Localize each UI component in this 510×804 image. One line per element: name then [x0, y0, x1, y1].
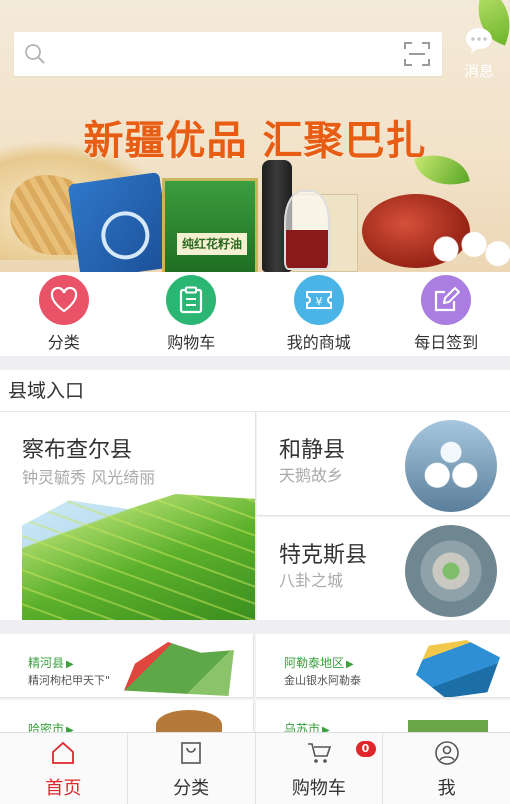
quick-nav-icon-bg — [421, 275, 472, 325]
quick-nav-label: 分类 — [47, 333, 80, 352]
county-card[interactable]: 特克斯县 八卦之城 — [257, 517, 510, 620]
home-icon — [52, 741, 75, 764]
quick-nav-label: 我的商城 — [286, 333, 351, 352]
message-button[interactable]: 消息 — [456, 26, 502, 80]
search-icon — [25, 44, 45, 64]
tab-label: 分类 — [173, 778, 210, 799]
svg-text:¥: ¥ — [315, 295, 322, 308]
tile-name: 阿勒泰地区 ▶ — [284, 656, 354, 670]
clipboard-icon — [180, 286, 203, 314]
quick-nav-category[interactable]: 分类 — [0, 272, 128, 356]
quick-nav-icon-bg — [38, 275, 89, 325]
cart-icon — [307, 743, 331, 763]
county-tile[interactable]: 精河县 ▶ 精河枸杞甲天下" — [0, 634, 254, 698]
county-card-featured[interactable]: 察布查尔县 钟灵毓秀 风光绮丽 — [0, 412, 256, 620]
section-divider — [0, 356, 510, 370]
bag-icon — [181, 742, 201, 764]
tab-label: 我 — [437, 778, 456, 799]
bagua-city-image — [405, 525, 497, 617]
wine-glass-image — [284, 190, 330, 270]
goji-farm-image — [124, 642, 234, 696]
county-slogan: 钟灵毓秀 风光绮丽 — [22, 468, 156, 487]
quick-nav-label: 购物车 — [167, 333, 216, 352]
county-slogan: 八卦之城 — [279, 571, 344, 590]
promo-banner[interactable]: 消息 新疆优品 汇聚巴扎 纯红花籽油 — [0, 0, 510, 272]
oil-can-image: 纯红花籽油 — [162, 178, 258, 272]
county-name: 和静县 — [279, 438, 346, 463]
search-input[interactable] — [14, 32, 442, 76]
user-icon — [434, 741, 459, 765]
quick-nav-icon-bg — [166, 275, 217, 325]
section-title: 县域入口 — [0, 370, 510, 412]
tab-cart[interactable]: 0 购物车 — [256, 733, 384, 804]
oil-can-label: 纯红花籽油 — [177, 233, 247, 255]
cart-count-badge: 0 — [355, 741, 376, 757]
scan-icon[interactable] — [404, 42, 430, 66]
county-name: 察布查尔县 — [22, 438, 133, 463]
swan-image — [405, 420, 497, 512]
heart-icon — [50, 287, 77, 313]
tab-home[interactable]: 首页 — [0, 733, 128, 804]
arrow-right-icon: ▶ — [346, 659, 354, 670]
chat-bubble-icon — [466, 28, 492, 53]
message-label: 消息 — [463, 62, 494, 80]
quick-nav-icon-bg: ¥ — [293, 275, 344, 325]
eggs-image — [430, 226, 510, 272]
county-name: 特克斯县 — [279, 543, 368, 568]
tile-slogan: 金山银水阿勒泰 — [284, 674, 361, 687]
lake-image — [416, 640, 500, 697]
county-card[interactable]: 和静县 天鹅故乡 — [257, 412, 510, 516]
quick-nav: 分类 购物车 ¥ 我的商城 每日签到 — [0, 272, 510, 356]
farmland-image — [22, 494, 255, 620]
tab-category[interactable]: 分类 — [128, 733, 256, 804]
quick-nav-my-mall[interactable]: ¥ 我的商城 — [255, 272, 383, 356]
arrow-right-icon: ▶ — [66, 659, 74, 670]
ticket-icon: ¥ — [305, 291, 332, 309]
edit-icon — [435, 286, 461, 312]
county-tile[interactable]: 阿勒泰地区 ▶ 金山银水阿勒泰 — [256, 634, 510, 698]
tile-slogan: 精河枸杞甲天下" — [28, 674, 111, 687]
quick-nav-label: 每日签到 — [414, 333, 479, 352]
milk-powder-image — [67, 172, 173, 272]
county-slogan: 天鹅故乡 — [279, 466, 344, 485]
tab-label: 首页 — [45, 778, 82, 799]
app-screen: 消息 新疆优品 汇聚巴扎 纯红花籽油 分类 购物车 ¥ 我的商城 每日签到 县域… — [0, 0, 510, 804]
quick-nav-checkin[interactable]: 每日签到 — [383, 272, 510, 356]
quick-nav-cart[interactable]: 购物车 — [128, 272, 256, 356]
tab-me[interactable]: 我 — [383, 733, 510, 804]
tab-label: 购物车 — [291, 778, 346, 799]
bottom-tab-bar: 首页 分类 0 购物车 我 — [0, 732, 510, 804]
tile-name: 精河县 ▶ — [28, 656, 74, 670]
section-divider — [0, 620, 510, 634]
